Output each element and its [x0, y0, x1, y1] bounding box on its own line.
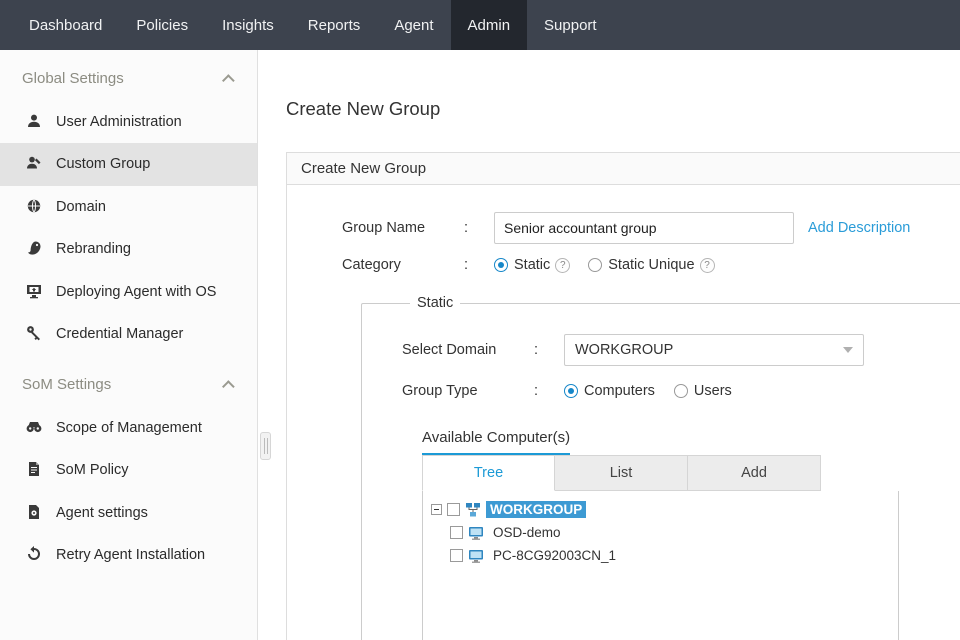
main-content: Create New Group Create New Group Group …: [259, 50, 960, 640]
tab-add[interactable]: Add: [688, 455, 821, 491]
radio-users[interactable]: [673, 384, 688, 398]
retry-icon: [26, 546, 43, 562]
credential-icon: [26, 325, 43, 341]
computer-icon: [468, 548, 484, 564]
radio-static-unique-label: Static Unique: [608, 257, 695, 273]
category-label: Category: [342, 257, 401, 273]
select-domain-dropdown[interactable]: WORKGROUP: [564, 334, 864, 366]
nav-item-reports[interactable]: Reports: [291, 0, 378, 50]
rebranding-icon: [26, 240, 43, 256]
group-name-row: Group Name : Add Description: [342, 212, 960, 244]
sidebar-item-credential-manager[interactable]: Credential Manager: [0, 313, 257, 355]
create-new-group-panel: Create New Group Group Name : Add Descri…: [286, 152, 960, 640]
page-title: Create New Group: [286, 98, 441, 119]
radio-static-label: Static: [514, 257, 551, 273]
top-navigation: Dashboard Policies Insights Reports Agen…: [0, 0, 960, 50]
radio-users-label: Users: [693, 383, 732, 399]
radio-static-unique[interactable]: [588, 258, 603, 272]
sidebar-item-label: Custom Group: [56, 156, 151, 173]
sidebar-resize-handle[interactable]: [260, 432, 271, 460]
network-icon: [465, 502, 481, 518]
sidebar-section-som-settings[interactable]: SoM Settings: [0, 356, 257, 407]
chevron-up-icon: [222, 74, 235, 87]
tree-node-workgroup[interactable]: WORKGROUP: [486, 501, 587, 518]
add-description-link[interactable]: Add Description: [808, 220, 910, 236]
colon: :: [464, 257, 469, 273]
colon: :: [534, 342, 539, 358]
colon: :: [534, 383, 539, 399]
tree-root-row[interactable]: WORKGROUP: [431, 498, 898, 521]
collapse-node-icon[interactable]: [431, 504, 442, 515]
policy-icon: [26, 461, 43, 477]
nav-item-policies[interactable]: Policies: [119, 0, 205, 50]
sidebar-item-label: SoM Policy: [56, 462, 129, 479]
select-domain-row: Select Domain : WORKGROUP: [402, 334, 960, 366]
group-name-input[interactable]: [494, 212, 794, 244]
sidebar-section-global-settings[interactable]: Global Settings: [0, 50, 257, 101]
sidebar-item-label: Scope of Management: [56, 419, 202, 436]
domain-icon: [26, 198, 43, 214]
sidebar-item-label: User Administration: [56, 114, 182, 130]
nav-item-admin[interactable]: Admin: [450, 0, 528, 50]
agent-settings-icon: [26, 504, 43, 520]
help-icon[interactable]: ?: [699, 257, 715, 273]
chevron-up-icon: [222, 380, 235, 393]
nav-item-agent[interactable]: Agent: [377, 0, 450, 50]
category-row: Category : Static ? Static Unique ?: [342, 257, 960, 273]
section-title: SoM Settings: [22, 375, 112, 393]
nav-item-support[interactable]: Support: [527, 0, 614, 50]
radio-computers-label: Computers: [584, 383, 655, 399]
scope-icon: [26, 419, 43, 435]
sidebar-item-agent-settings[interactable]: Agent settings: [0, 492, 257, 534]
chevron-down-icon: [843, 347, 853, 353]
sidebar-item-som-policy[interactable]: SoM Policy: [0, 449, 257, 491]
tree-child-row[interactable]: OSD-demo: [450, 521, 898, 544]
tab-list[interactable]: List: [555, 455, 688, 491]
static-fieldset-legend: Static: [417, 295, 454, 311]
sidebar-item-deploying-agent-with-os[interactable]: Deploying Agent with OS: [0, 271, 257, 313]
tab-tree[interactable]: Tree: [422, 455, 555, 491]
sidebar-item-scope-of-management[interactable]: Scope of Management: [0, 407, 257, 449]
sidebar-item-custom-group[interactable]: Custom Group: [0, 143, 257, 186]
node-checkbox[interactable]: [450, 549, 463, 562]
group-type-label: Group Type: [402, 383, 478, 399]
sidebar-item-label: Rebranding: [56, 241, 131, 258]
sidebar-item-label: Agent settings: [56, 504, 148, 521]
select-domain-value: WORKGROUP: [575, 342, 674, 358]
computer-tree: WORKGROUP OSD-demo PC-8CG92003CN_1: [422, 491, 899, 640]
sidebar-item-domain[interactable]: Domain: [0, 186, 257, 228]
select-domain-label: Select Domain: [402, 342, 497, 358]
sidebar-item-label: Retry Agent Installation: [56, 547, 206, 564]
tree-child-row[interactable]: PC-8CG92003CN_1: [450, 544, 898, 567]
node-checkbox[interactable]: [450, 526, 463, 539]
tree-node-pc[interactable]: PC-8CG92003CN_1: [489, 547, 620, 564]
nav-item-dashboard[interactable]: Dashboard: [12, 0, 119, 50]
sidebar-item-label: Deploying Agent with OS: [56, 283, 217, 300]
panel-header: Create New Group: [287, 153, 960, 185]
group-type-row: Group Type : Computers Users: [402, 383, 960, 399]
help-icon[interactable]: ?: [555, 257, 571, 273]
tree-node-osd-demo[interactable]: OSD-demo: [489, 524, 565, 541]
radio-computers[interactable]: [564, 384, 578, 398]
available-computers-tab-label[interactable]: Available Computer(s): [422, 429, 571, 455]
custom-group-icon: [26, 155, 43, 171]
radio-static[interactable]: [494, 258, 508, 272]
root-checkbox[interactable]: [447, 503, 460, 516]
nav-item-insights[interactable]: Insights: [205, 0, 291, 50]
sidebar-item-label: Domain: [56, 198, 106, 215]
section-title: Global Settings: [22, 70, 124, 87]
sidebar-item-retry-agent-installation[interactable]: Retry Agent Installation: [0, 534, 257, 576]
colon: :: [464, 220, 469, 236]
user-icon: [26, 113, 43, 129]
static-fieldset: Static Select Domain : WORKGROUP Group T…: [361, 295, 960, 640]
computer-icon: [468, 525, 484, 541]
sidebar-item-rebranding[interactable]: Rebranding: [0, 228, 257, 270]
sidebar-item-label: Credential Manager: [56, 326, 184, 343]
group-name-label: Group Name: [342, 220, 426, 236]
panel-title: Create New Group: [301, 160, 427, 177]
sidebar: Global Settings User Administration Cust…: [0, 50, 258, 640]
sidebar-item-user-administration[interactable]: User Administration: [0, 101, 257, 143]
tree-list-add-tabs: Tree List Add: [422, 455, 960, 491]
deploy-agent-icon: [26, 283, 43, 299]
